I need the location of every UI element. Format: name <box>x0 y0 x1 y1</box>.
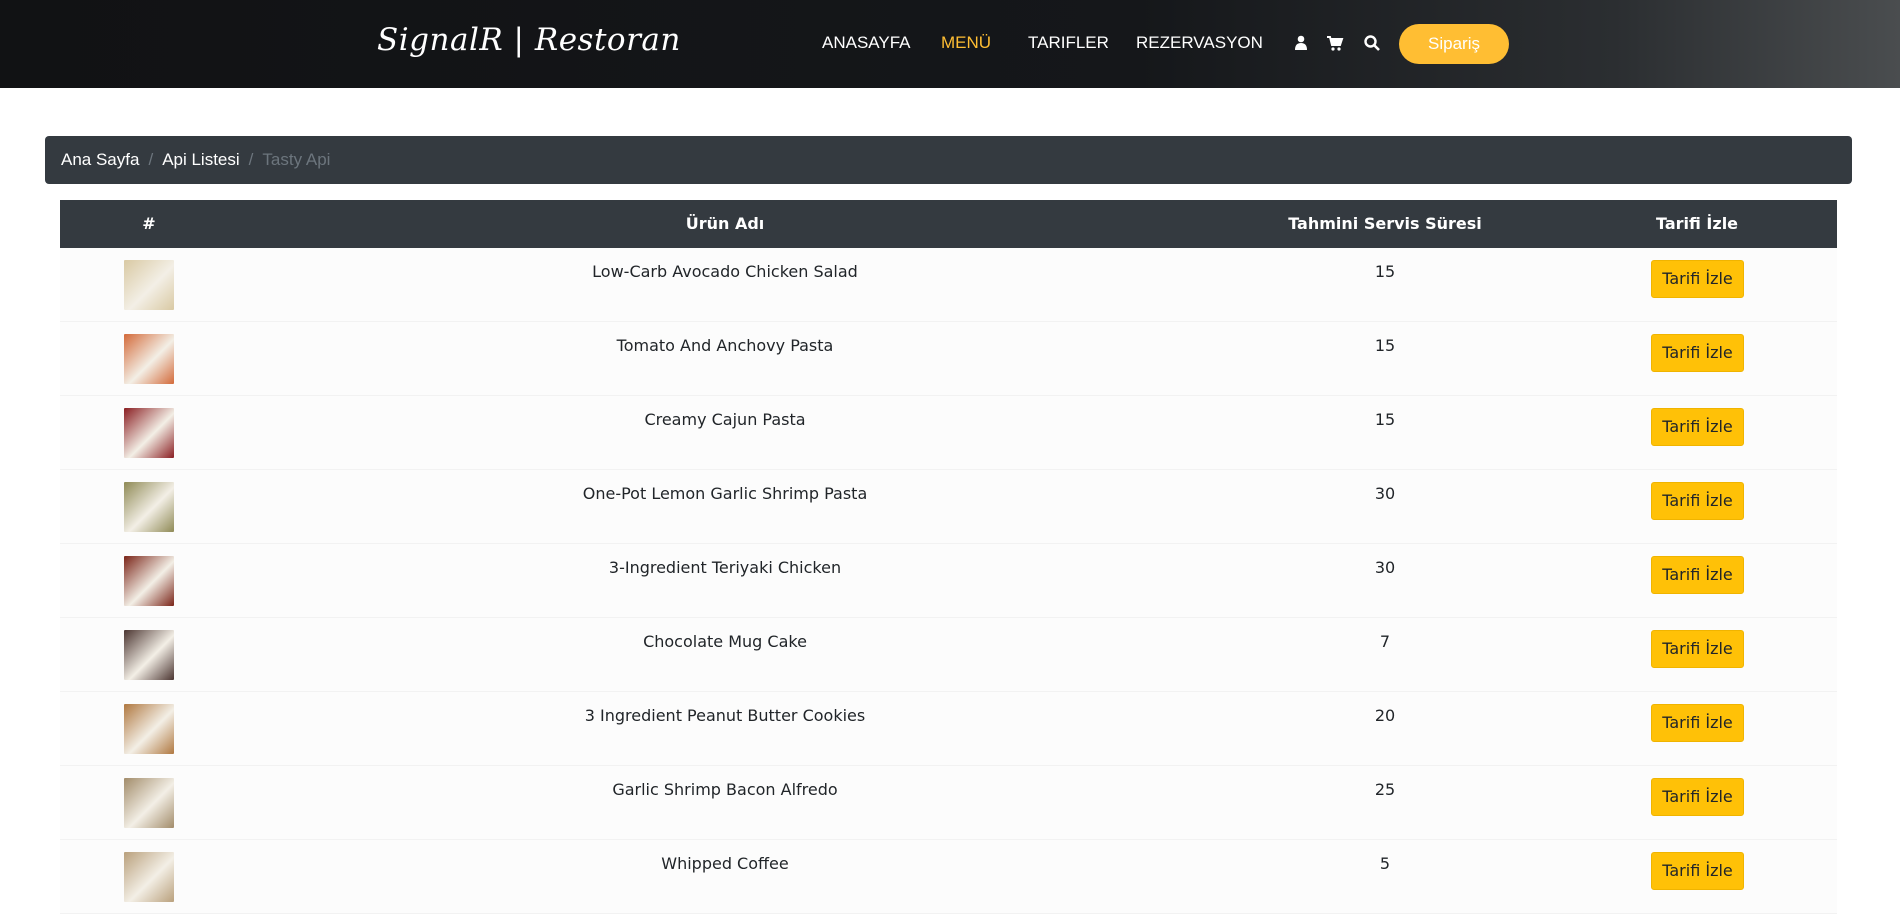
recipe-thumbnail <box>124 778 174 828</box>
nav-link-anasayfa[interactable]: ANASAYFA <box>822 33 911 53</box>
recipe-name: 3 Ingredient Peanut Butter Cookies <box>584 706 866 725</box>
header-index: # <box>142 214 156 233</box>
table-header: # Ürün Adı Tahmini Servis Süresi Tarifi … <box>60 200 1837 248</box>
recipe-name: Chocolate Mug Cake <box>643 632 807 651</box>
recipe-thumbnail <box>124 260 174 310</box>
brand-logo[interactable]: SignalR | Restoran <box>377 22 681 58</box>
recipe-name: Tomato And Anchovy Pasta <box>616 336 834 355</box>
watch-recipe-button[interactable]: Tarifi İzle <box>1651 408 1744 446</box>
table-row: Whipped Coffee 5 Tarifi İzle <box>60 840 1837 914</box>
watch-recipe-button[interactable]: Tarifi İzle <box>1651 630 1744 668</box>
header-watch-recipe: Tarifi İzle <box>1655 214 1739 233</box>
table-row: Low-Carb Avocado Chicken Salad 15 Tarifi İ… <box>60 248 1837 322</box>
service-time: 15 <box>1374 336 1396 355</box>
nav-link-tarifler[interactable]: TARIFLER <box>1028 33 1109 53</box>
watch-recipe-button[interactable]: Tarifi İzle <box>1651 704 1744 742</box>
header-product-name: Ürün Adı <box>685 214 765 233</box>
nav-link-menu[interactable]: MENÜ <box>941 33 991 53</box>
table-row: 3-Ingredient Teriyaki Chicken 30 Tarifi İz… <box>60 544 1837 618</box>
recipe-table: # Ürün Adı Tahmini Servis Süresi Tarifi … <box>60 200 1837 914</box>
breadcrumb: Ana Sayfa / Api Listesi / Tasty Api <box>45 136 1852 184</box>
table-row: Chocolate Mug Cake 7 Tarifi İzle <box>60 618 1837 692</box>
recipe-thumbnail <box>124 556 174 606</box>
recipe-thumbnail <box>124 630 174 680</box>
watch-recipe-button[interactable]: Tarifi İzle <box>1651 334 1744 372</box>
recipe-name: One-Pot Lemon Garlic Shrimp Pasta <box>582 484 868 503</box>
top-navbar: SignalR | Restoran ANASAYFA MENÜ TARIFLE… <box>0 0 1900 88</box>
breadcrumb-item-api-list[interactable]: Api Listesi <box>162 150 239 170</box>
table-row: One-Pot Lemon Garlic Shrimp Pasta 30 Tarif… <box>60 470 1837 544</box>
recipe-thumbnail <box>124 334 174 384</box>
search-icon[interactable] <box>1363 34 1381 52</box>
service-time: 15 <box>1374 410 1396 429</box>
recipe-name: Creamy Cajun Pasta <box>644 410 806 429</box>
watch-recipe-button[interactable]: Tarifi İzle <box>1651 852 1744 890</box>
service-time: 30 <box>1374 484 1396 503</box>
table-row: Tomato And Anchovy Pasta 15 Tarifi İzle <box>60 322 1837 396</box>
nav-link-rezervasyon[interactable]: REZERVASYON <box>1136 33 1263 53</box>
watch-recipe-button[interactable]: Tarifi İzle <box>1651 482 1744 520</box>
recipe-name: Low-Carb Avocado Chicken Salad <box>592 262 858 281</box>
recipe-thumbnail <box>124 482 174 532</box>
breadcrumb-separator: / <box>148 150 154 169</box>
watch-recipe-button[interactable]: Tarifi İzle <box>1651 556 1744 594</box>
watch-recipe-button[interactable]: Tarifi İzle <box>1651 778 1744 816</box>
table-row: Garlic Shrimp Bacon Alfredo 25 Tarifi İzle <box>60 766 1837 840</box>
breadcrumb-separator: / <box>248 150 254 169</box>
recipe-name: Whipped Coffee <box>661 854 789 873</box>
recipe-name: 3-Ingredient Teriyaki Chicken <box>608 558 842 577</box>
header-service-time: Tahmini Servis Süresi <box>1288 214 1482 233</box>
order-button[interactable]: Sipariş <box>1399 24 1509 64</box>
user-icon[interactable] <box>1292 34 1310 52</box>
service-time: 30 <box>1374 558 1396 577</box>
table-row: Creamy Cajun Pasta 15 Tarifi İzle <box>60 396 1837 470</box>
table-row: 3 Ingredient Peanut Butter Cookies 20 Tari… <box>60 692 1837 766</box>
service-time: 5 <box>1379 854 1391 873</box>
service-time: 25 <box>1374 780 1396 799</box>
breadcrumb-current: Tasty Api <box>262 150 331 169</box>
recipe-thumbnail <box>124 704 174 754</box>
recipe-name: Garlic Shrimp Bacon Alfredo <box>612 780 838 799</box>
service-time: 7 <box>1379 632 1391 651</box>
recipe-thumbnail <box>124 408 174 458</box>
table-body: Low-Carb Avocado Chicken Salad 15 Tarifi İ… <box>60 248 1837 914</box>
cart-icon[interactable] <box>1326 34 1344 52</box>
service-time: 20 <box>1374 706 1396 725</box>
watch-recipe-button[interactable]: Tarifi İzle <box>1651 260 1744 298</box>
breadcrumb-item-home[interactable]: Ana Sayfa <box>61 150 139 170</box>
recipe-thumbnail <box>124 852 174 902</box>
service-time: 15 <box>1374 262 1396 281</box>
